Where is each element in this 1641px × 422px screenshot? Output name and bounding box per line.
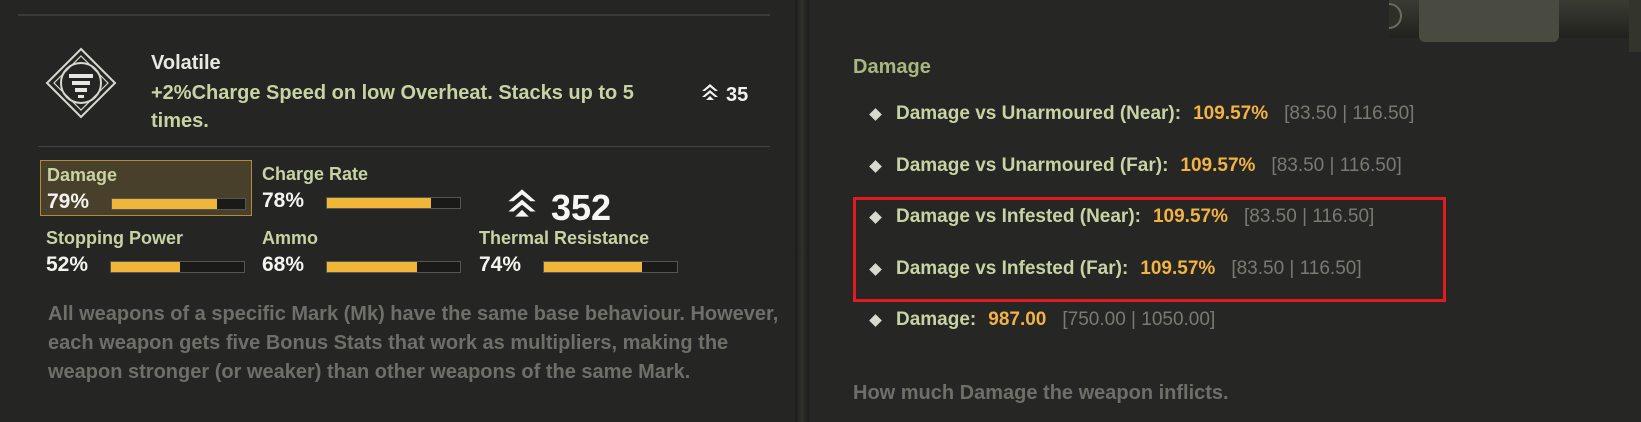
stat-bar-fill	[111, 262, 181, 272]
damage-row-value: 987.00	[988, 309, 1047, 330]
stat-bar-fill	[544, 262, 643, 272]
damage-row-label: Damage:	[896, 309, 977, 330]
stat-bar	[326, 261, 461, 273]
perk-name: Volatile	[151, 52, 221, 74]
stat-ammo[interactable]: Ammo 68%	[256, 224, 468, 280]
total-power: 352	[505, 186, 611, 229]
stat-charge-rate[interactable]: Charge Rate 78%	[256, 160, 468, 216]
damage-row-unarmoured-near: Damage vs Unarmoured (Near): 109.57% [83…	[869, 103, 1415, 125]
stat-bar-fill	[112, 199, 218, 209]
damage-row-value: 109.57%	[1193, 103, 1269, 124]
weapon-stats-panel: Volatile +2%Charge Speed on low Overheat…	[0, 0, 795, 422]
damage-row-label: Damage vs Unarmoured (Far):	[896, 155, 1169, 176]
perk-divider	[38, 146, 770, 147]
stat-value: 68%	[262, 253, 305, 276]
stat-value: 79%	[47, 190, 90, 213]
stat-label: Charge Rate	[262, 164, 369, 184]
stat-value: 52%	[46, 253, 89, 276]
diamond-bullet-icon	[869, 159, 882, 173]
stat-bar	[326, 197, 461, 209]
top-divider	[18, 0, 770, 16]
damage-section-title: Damage	[853, 56, 931, 78]
stat-thermal-resistance[interactable]: Thermal Resistance 74%	[473, 224, 685, 280]
damage-row-range: [83.50 | 116.50]	[1284, 103, 1415, 124]
damage-row-label: Damage vs Unarmoured (Near):	[896, 103, 1182, 124]
stat-value: 74%	[479, 253, 522, 276]
highlight-box	[853, 197, 1446, 302]
damage-description: How much Damage the weapon inflicts.	[853, 382, 1229, 404]
power-rank-icon	[700, 82, 720, 108]
damage-row-unarmoured-far: Damage vs Unarmoured (Far): 109.57% [83.…	[869, 155, 1402, 177]
stat-label: Stopping Power	[46, 228, 183, 248]
stat-bar-fill	[327, 198, 431, 208]
diamond-bullet-icon	[869, 107, 882, 121]
stat-value: 78%	[262, 189, 305, 212]
perk-description: +2%Charge Speed on low Overheat. Stacks …	[151, 82, 634, 132]
power-rank-icon	[505, 186, 539, 229]
stat-label: Damage	[47, 165, 118, 185]
stat-bar-fill	[327, 262, 418, 272]
stat-bar	[543, 261, 678, 273]
volatile-perk-icon	[45, 47, 117, 119]
perk-level: 35	[700, 82, 748, 108]
panel-divider	[795, 0, 809, 422]
stat-label: Thermal Resistance	[479, 228, 650, 248]
damage-row-base-damage: Damage: 987.00 [750.00 | 1050.00]	[869, 309, 1216, 331]
damage-row-range: [750.00 | 1050.00]	[1062, 309, 1216, 330]
damage-row-range: [83.50 | 116.50]	[1271, 155, 1402, 176]
perk-level-value: 35	[726, 83, 749, 106]
stat-stopping-power[interactable]: Stopping Power 52%	[40, 224, 252, 280]
total-power-value: 352	[551, 186, 612, 228]
bonus-stats-explanation: All weapons of a specific Mark (Mk) have…	[48, 303, 779, 383]
stat-label: Ammo	[262, 228, 319, 248]
diamond-bullet-icon	[869, 313, 882, 327]
stat-bar	[110, 261, 245, 273]
damage-row-value: 109.57%	[1180, 155, 1256, 176]
stat-bar	[111, 198, 246, 210]
stat-damage[interactable]: Damage 79%	[40, 160, 252, 216]
